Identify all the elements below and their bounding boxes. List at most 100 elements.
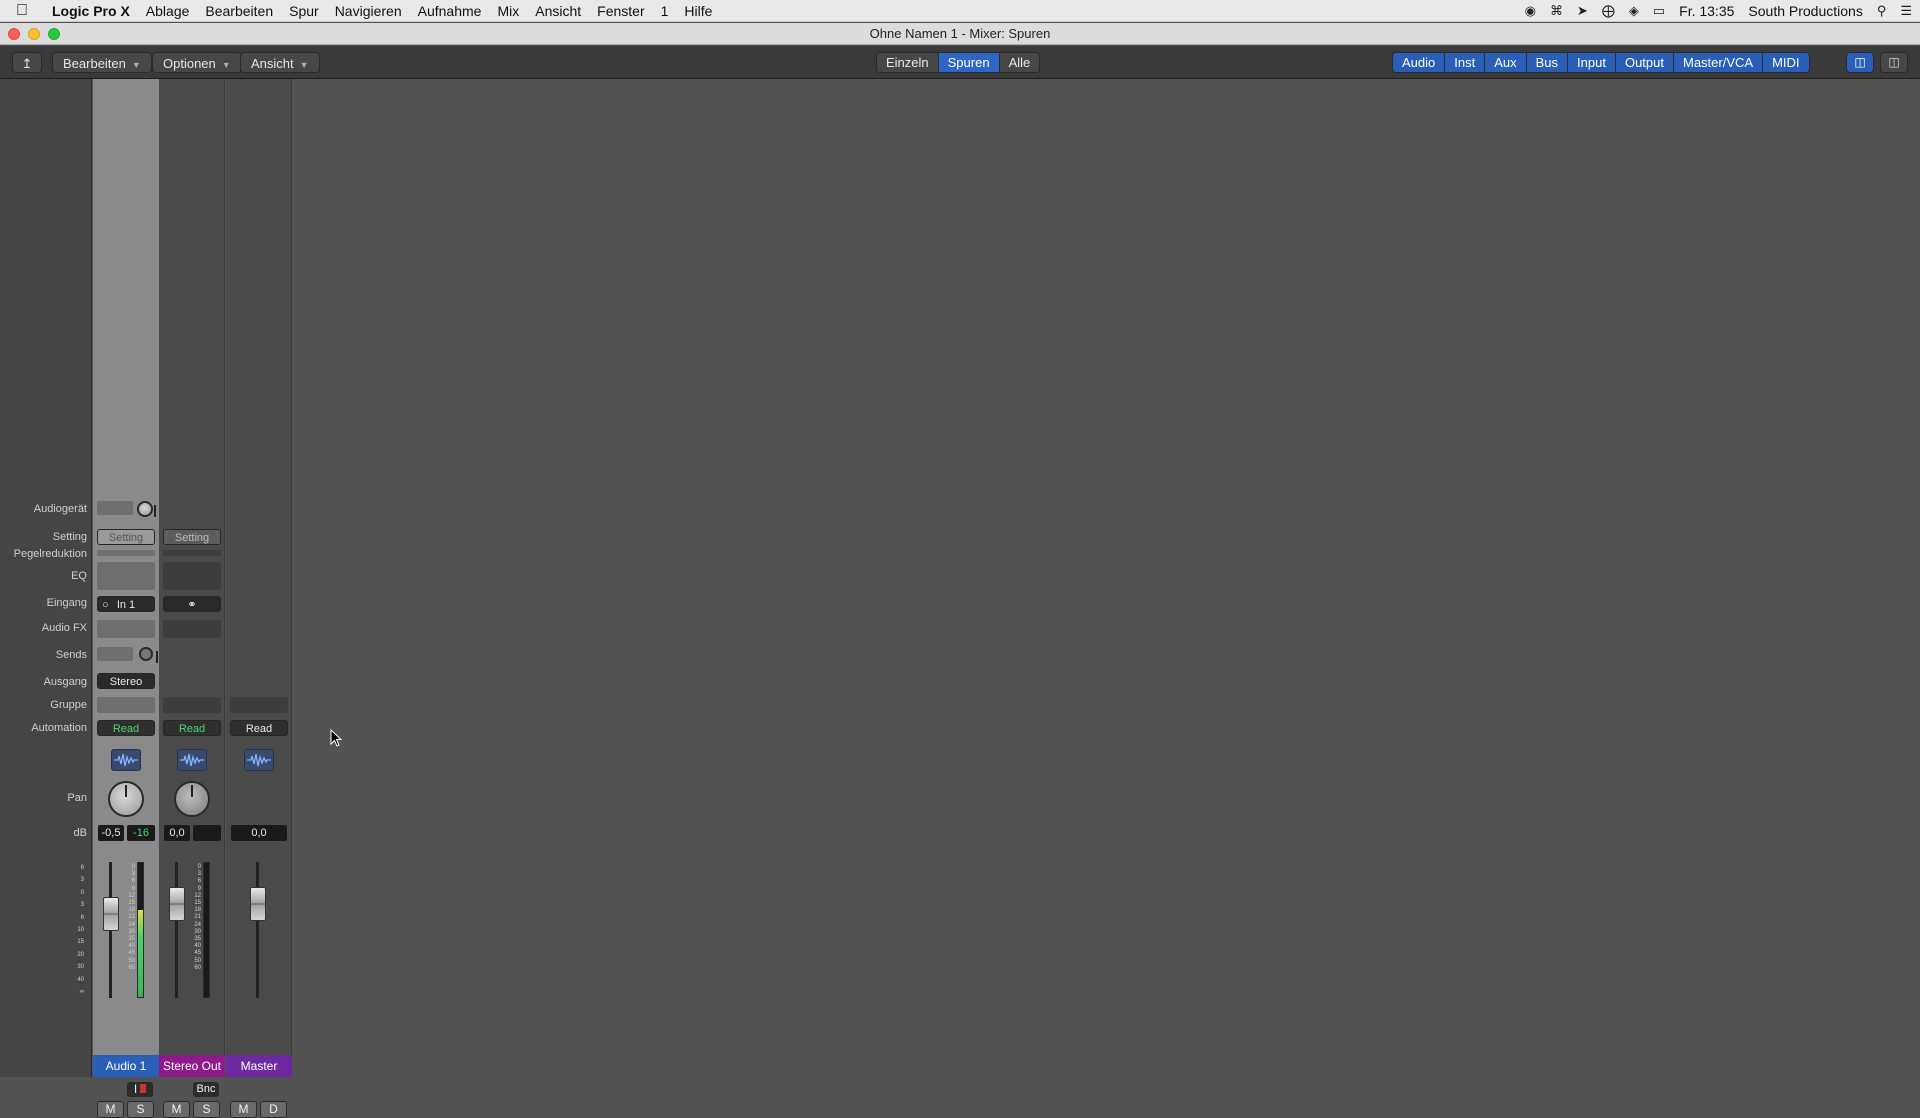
- filter-aux[interactable]: Aux: [1485, 53, 1527, 72]
- menu-ablage[interactable]: Ablage: [138, 0, 198, 22]
- menu-hilfe[interactable]: Hilfe: [676, 0, 720, 22]
- back-arrow-icon[interactable]: ↥: [12, 52, 42, 73]
- clock[interactable]: Fr. 13:35: [1679, 3, 1734, 19]
- minimize-window-button[interactable]: [28, 28, 40, 40]
- filter-master-vca[interactable]: Master/VCA: [1673, 53, 1764, 72]
- fader-scale-tick: 40: [77, 976, 84, 983]
- menu-spur[interactable]: Spur: [281, 0, 327, 22]
- peak-readout[interactable]: [193, 825, 221, 841]
- notification-list-icon[interactable]: ☰: [1900, 3, 1912, 19]
- fader-scale-tick: 20: [77, 951, 84, 958]
- setting-button[interactable]: Setting: [163, 529, 221, 545]
- eq-thumbnail[interactable]: [163, 562, 221, 590]
- output-slot[interactable]: Stereo: [97, 673, 155, 689]
- record-enable-icon[interactable]: [140, 1084, 147, 1093]
- volume-fader[interactable]: [169, 887, 185, 921]
- bounce-button[interactable]: Bnc: [193, 1082, 219, 1097]
- network-icon[interactable]: ⨁: [1602, 3, 1615, 19]
- audio-waveform-icon[interactable]: [111, 749, 141, 771]
- audio-device-gain-knob[interactable]: [137, 501, 156, 517]
- volume-readout[interactable]: 0,0: [164, 825, 190, 841]
- narrow-strips-icon[interactable]: ◫: [1846, 52, 1874, 73]
- setting-button[interactable]: Setting: [97, 529, 155, 545]
- filter-inst[interactable]: Inst: [1445, 53, 1486, 72]
- audio-fx-slot[interactable]: [163, 620, 221, 638]
- level-meter-left: [137, 862, 144, 998]
- meter-scale-tick: 21: [194, 914, 201, 921]
- audio-fx-slot[interactable]: [97, 620, 155, 638]
- input-link-slot[interactable]: ⚭: [163, 596, 221, 612]
- audio-device-slot[interactable]: [97, 501, 133, 515]
- audio-waveform-icon[interactable]: [244, 749, 274, 771]
- options-menu-label: Optionen: [163, 56, 216, 71]
- close-window-button[interactable]: [8, 28, 20, 40]
- menu-app[interactable]: Logic Pro X: [44, 0, 138, 22]
- meter-scale-tick: 24: [194, 921, 201, 928]
- view-menu-button[interactable]: Ansicht ▼: [240, 52, 320, 73]
- menu-ansicht[interactable]: Ansicht: [527, 0, 589, 22]
- meter-scale-tick: 40: [128, 943, 135, 950]
- eq-thumbnail[interactable]: [97, 562, 155, 590]
- mute-button[interactable]: M: [163, 1101, 190, 1118]
- peak-readout[interactable]: -16: [127, 825, 155, 841]
- group-slot[interactable]: [163, 697, 221, 713]
- pan-knob[interactable]: [108, 781, 144, 817]
- volume-fader[interactable]: [103, 896, 119, 931]
- send-level-knob[interactable]: [139, 647, 158, 663]
- pan-knob[interactable]: [174, 781, 210, 817]
- track-name-label[interactable]: Stereo Out: [159, 1055, 225, 1077]
- menu-mix[interactable]: Mix: [489, 0, 527, 22]
- volume-readout[interactable]: 0,0: [231, 825, 287, 841]
- wifi-icon[interactable]: ◈: [1629, 3, 1639, 19]
- channel-strip-audio-1[interactable]: Setting ○ In 1 Stereo Read -0,5 -16 I M …: [93, 79, 159, 1118]
- dim-button[interactable]: D: [260, 1101, 287, 1118]
- volume-readout[interactable]: -0,5: [98, 825, 124, 841]
- track-name-label[interactable]: Audio 1: [93, 1055, 159, 1077]
- automation-mode-button[interactable]: Read: [163, 720, 221, 736]
- edit-menu-button[interactable]: Bearbeiten ▼: [52, 52, 152, 73]
- channel-strip-master[interactable]: Read 0,0 M D Master: [226, 79, 292, 1118]
- filter-output[interactable]: Output: [1615, 53, 1674, 72]
- menu-fenster[interactable]: Fenster: [589, 0, 652, 22]
- zoom-window-button[interactable]: [48, 28, 60, 40]
- view-mode-tracks[interactable]: Spuren: [938, 53, 1000, 72]
- location-icon[interactable]: ➤: [1577, 3, 1588, 19]
- input-monitor-button[interactable]: I: [127, 1082, 153, 1097]
- chevron-down-icon: ▼: [221, 60, 231, 70]
- record-icon[interactable]: ◉: [1525, 3, 1536, 19]
- view-mode-single[interactable]: Einzeln: [877, 53, 939, 72]
- mute-button[interactable]: M: [230, 1101, 257, 1118]
- wide-strips-icon[interactable]: ◫: [1880, 52, 1908, 73]
- menu-1[interactable]: 1: [653, 0, 677, 22]
- solo-button[interactable]: S: [127, 1101, 154, 1118]
- automation-mode-button[interactable]: Read: [97, 720, 155, 736]
- solo-button[interactable]: S: [193, 1101, 220, 1118]
- automation-mode-button[interactable]: Read: [230, 720, 288, 736]
- menu-bearbeiten[interactable]: Bearbeiten: [197, 0, 281, 22]
- filter-bus[interactable]: Bus: [1526, 53, 1569, 72]
- meter-scale-tick: 15: [128, 900, 135, 907]
- input-slot[interactable]: ○ In 1: [97, 596, 155, 612]
- group-slot[interactable]: [97, 697, 155, 713]
- volume-fader[interactable]: [250, 887, 266, 921]
- fader-track: [256, 862, 259, 998]
- command-icon[interactable]: ⌘: [1550, 3, 1563, 19]
- mute-button[interactable]: M: [97, 1101, 124, 1118]
- user-name[interactable]: South Productions: [1748, 3, 1862, 19]
- send-slot[interactable]: [97, 647, 133, 661]
- filter-audio[interactable]: Audio: [1393, 53, 1446, 72]
- track-name-label[interactable]: Master: [226, 1055, 292, 1077]
- meter-scale-tick: 9: [197, 885, 201, 892]
- spotlight-search-icon[interactable]: ⚲: [1877, 3, 1887, 19]
- filter-midi[interactable]: MIDI: [1763, 53, 1809, 72]
- audio-waveform-icon[interactable]: [177, 749, 207, 771]
- channel-strip-stereo-out[interactable]: Setting ⚭ Read 0,0 Bnc M S Stereo Out 03…: [159, 79, 225, 1118]
- apple-icon[interactable]: : [0, 2, 44, 20]
- airplay-icon[interactable]: ▭: [1653, 3, 1665, 19]
- filter-input[interactable]: Input: [1568, 53, 1616, 72]
- menu-aufnahme[interactable]: Aufnahme: [410, 0, 490, 22]
- group-slot[interactable]: [230, 697, 288, 713]
- options-menu-button[interactable]: Optionen ▼: [152, 52, 242, 73]
- view-mode-all[interactable]: Alle: [999, 53, 1040, 72]
- menu-navigieren[interactable]: Navigieren: [327, 0, 410, 22]
